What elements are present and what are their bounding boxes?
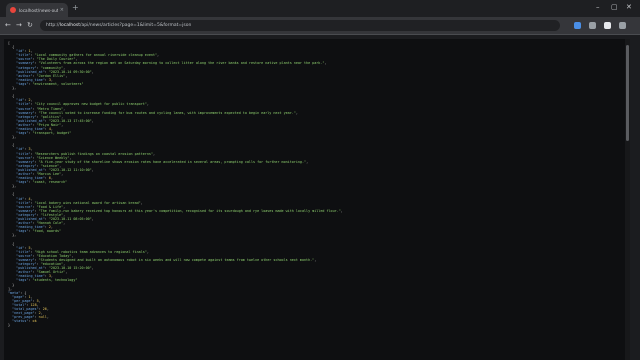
extension-icon[interactable] (589, 22, 596, 29)
address-bar[interactable]: http://localhost/api/news/articles?page=… (40, 20, 560, 31)
new-tab-button[interactable]: + (72, 4, 79, 12)
code-block: [ { "id": 1, "title": "Local community g… (8, 41, 343, 328)
page-content: [ { "id": 1, "title": "Local community g… (0, 35, 640, 360)
tab-strip: localhost/news-output × + – ▢ ✕ (0, 0, 640, 17)
url-scheme: http:// (46, 23, 60, 28)
tab-title: localhost/news-output (19, 7, 58, 13)
scrollbar-thumb[interactable] (626, 45, 629, 141)
minimize-button[interactable]: – (596, 2, 600, 12)
url-host: localhost (59, 23, 80, 28)
meta-close: } (8, 323, 11, 328)
url-text: http://localhost/api/news/articles?page=… (46, 23, 191, 28)
forward-button[interactable]: → (16, 21, 22, 29)
close-window-button[interactable]: ✕ (626, 2, 632, 12)
favicon-icon (10, 7, 16, 13)
maximize-button[interactable]: ▢ (611, 2, 618, 12)
browser-toolbar: ← → ↻ http://localhost/api/news/articles… (0, 17, 640, 34)
profile-avatar-icon[interactable] (604, 22, 611, 29)
browser-tab[interactable]: localhost/news-output × (6, 3, 68, 17)
tab-close-icon[interactable]: × (60, 7, 64, 13)
code-viewer[interactable]: [ { "id": 1, "title": "Local community g… (4, 39, 630, 360)
extension-icon[interactable] (574, 22, 581, 29)
reload-button[interactable]: ↻ (27, 21, 33, 29)
menu-icon[interactable] (619, 22, 626, 29)
scrollbar[interactable] (625, 39, 630, 360)
url-path: /api/news/articles?page=1&limit=5&format… (80, 23, 192, 28)
back-button[interactable]: ← (5, 21, 11, 29)
